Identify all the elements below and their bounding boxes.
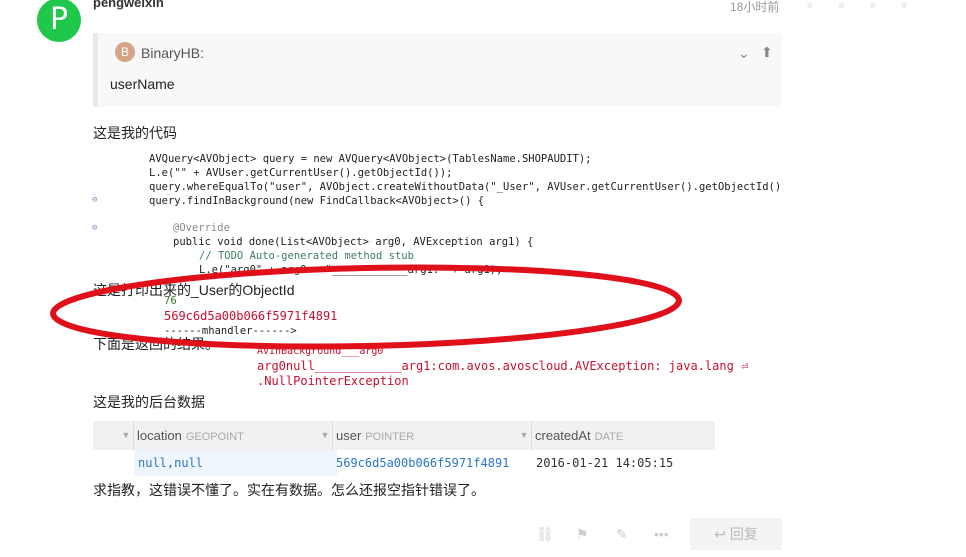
table-header-blank — [93, 421, 119, 450]
chevron-down-icon[interactable]: ▼ — [517, 421, 532, 450]
reply-icon: ↩ — [714, 526, 726, 542]
backend-data-table: ▼ location GEOPOINT ▼ user POINTER ▼ creat… — [93, 421, 715, 477]
pencil-icon[interactable]: ✎ — [616, 526, 628, 543]
link-icon[interactable]: ⛓ — [536, 526, 554, 543]
table-cell-createdat: 2016-01-21 14:05:15 — [536, 456, 674, 470]
more-icon[interactable]: ••• — [654, 526, 669, 542]
reply-button[interactable]: ↩ 回复 — [690, 518, 782, 550]
reply-label: 回复 — [729, 526, 758, 542]
column-header-createdat[interactable]: createdAt DATE — [532, 421, 715, 450]
flag-icon[interactable]: ⚑ — [576, 526, 589, 543]
chevron-down-icon[interactable]: ▼ — [318, 421, 333, 450]
column-name: location — [137, 428, 182, 443]
column-type: DATE — [594, 431, 624, 443]
table-cell-location[interactable]: null,null — [134, 450, 337, 476]
column-header-location[interactable]: location GEOPOINT — [134, 421, 321, 450]
post-paragraph-5: 求指教，这错误不懂了。实在有数据。怎么还报空指针错误了。 — [93, 482, 485, 498]
post-paragraph-4: 这是我的后台数据 — [93, 394, 205, 410]
chevron-down-icon[interactable]: ▼ — [119, 421, 134, 450]
column-header-user[interactable]: user POINTER — [333, 421, 520, 450]
column-name: user — [336, 428, 362, 443]
table-cell-user[interactable]: 569c6d5a00b066f5971f4891 — [336, 450, 532, 476]
column-name: createdAt — [535, 428, 591, 443]
column-type: GEOPOINT — [185, 431, 244, 443]
column-type: POINTER — [365, 431, 415, 443]
